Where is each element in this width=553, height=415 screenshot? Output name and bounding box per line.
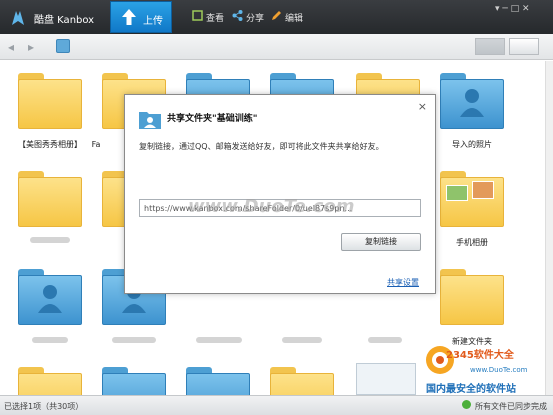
edit-menu[interactable]: 编辑 [285, 11, 303, 24]
folder-icon[interactable] [18, 367, 82, 395]
window-controls[interactable]: ▾ ─ □ ✕ [495, 4, 530, 14]
upload-button[interactable]: 上传 [110, 1, 172, 33]
edit-pencil-icon [272, 11, 281, 20]
shared-folder-icon [139, 112, 161, 129]
selection-status: 已选择1项（共30项） [4, 402, 84, 411]
dialog-description: 复制链接，通过QQ、邮箱发送给好友，即可将此文件夹共享给好友。 [139, 142, 384, 151]
share-settings-link[interactable]: 共享设置 [387, 277, 419, 288]
upload-arrow-icon [122, 9, 136, 25]
blurred-label [112, 337, 156, 343]
photo-folder-icon[interactable] [440, 171, 504, 227]
shared-folder-icon[interactable] [440, 73, 504, 129]
breadcrumb-folder-icon[interactable] [56, 39, 70, 53]
person-icon [38, 285, 62, 313]
folder-icon[interactable] [440, 269, 504, 325]
blurred-label [282, 337, 322, 343]
kanbox-logo-icon [12, 11, 24, 25]
watermark-text: www.DuoTe.com [188, 196, 355, 217]
badge-url: www.DuoTe.com [470, 366, 528, 374]
folder-icon[interactable] [18, 171, 82, 227]
folder-label-fa: Fa [91, 140, 101, 149]
shared-folder-icon[interactable] [18, 269, 82, 325]
view-menu[interactable]: 查看 [206, 11, 224, 24]
blurred-label [32, 337, 68, 343]
title-bar: 酷盘 Kanbox 上传 查看 分享 编辑 ▾ ─ □ ✕ [0, 0, 553, 34]
badge-site-name: 2345软件大全 [446, 350, 514, 361]
share-menu[interactable]: 分享 [246, 11, 264, 24]
view-icon [192, 10, 203, 21]
folder-label-imported-photos: 导入的照片 [452, 140, 492, 149]
person-icon [460, 89, 484, 117]
blurred-label [196, 337, 242, 343]
copy-link-button[interactable]: 复制链接 [341, 233, 421, 251]
shared-folder-icon[interactable] [186, 367, 250, 395]
thumbnail-view-toggle[interactable] [475, 38, 505, 55]
badge-slogan: 国内最安全的软件站 [426, 384, 516, 395]
navigation-bar: ◂ ▸ [0, 34, 553, 60]
list-view-toggle[interactable] [509, 38, 539, 55]
sync-status: 所有文件已同步完成 [475, 402, 547, 411]
shared-folder-icon[interactable] [102, 367, 166, 395]
share-icon [232, 10, 243, 21]
blurred-label [368, 337, 402, 343]
folder-icon[interactable] [270, 367, 334, 395]
dialog-close-button[interactable]: × [418, 100, 427, 113]
file-thumbnail[interactable] [356, 363, 416, 395]
upload-label: 上传 [143, 16, 163, 27]
share-folder-dialog: × 共享文件夹"基础训练" 复制链接，通过QQ、邮箱发送给好友，即可将此文件夹共… [124, 94, 436, 294]
forward-button[interactable]: ▸ [28, 40, 34, 54]
app-title: 酷盘 Kanbox [34, 15, 95, 26]
blurred-label [30, 237, 70, 243]
folder-icon[interactable] [18, 73, 82, 129]
sync-ok-icon [462, 400, 471, 409]
folder-label-phone-album: 手机相册 [456, 238, 488, 247]
photo-thumbnail [472, 181, 494, 199]
back-button[interactable]: ◂ [8, 40, 14, 54]
photo-thumbnail [446, 185, 468, 201]
dialog-title: 共享文件夹"基础训练" [167, 114, 258, 124]
